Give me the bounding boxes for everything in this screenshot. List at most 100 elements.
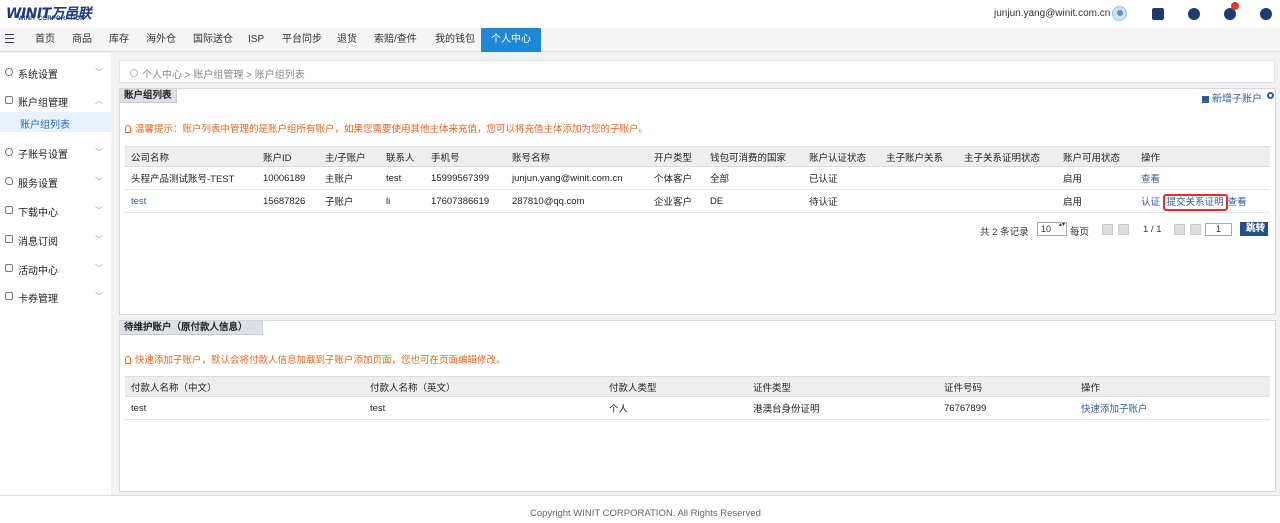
add-sub-account-link[interactable]: 新增子账户 [1202, 90, 1262, 105]
cell-relation-status [958, 166, 1057, 190]
nav-personal-center[interactable]: 个人中心 [481, 28, 541, 52]
panel-title: 账户组列表 [120, 89, 177, 103]
notification-badge [1231, 2, 1239, 10]
sidebar-subitem-account-group-list[interactable]: 账户组列表 [0, 112, 111, 132]
cell-open-type: 个体客户 [648, 166, 704, 190]
sidebar-item-service[interactable]: 服务设置 ﹀ [0, 171, 111, 191]
sidebar-item-label: 子账号设置 [18, 150, 68, 161]
sidebar-item-activity[interactable]: 活动中心 ﹀ [0, 258, 111, 278]
first-page-button[interactable] [1102, 224, 1113, 235]
cell-countries: 全部 [704, 166, 803, 190]
certify-link[interactable]: 认证 [1141, 197, 1160, 208]
col-actions: 操作 [1075, 376, 1270, 397]
sidebar-item-sub-account[interactable]: 子账号设置 ﹀ [0, 142, 111, 162]
nav-claims[interactable]: 索赔/查件 [374, 28, 417, 52]
location-icon [130, 69, 138, 77]
nav-home[interactable]: 首页 [35, 28, 55, 52]
chevron-up-icon: ︿ [95, 96, 103, 105]
col-available: 账户可用状态 [1057, 146, 1135, 167]
pending-accounts-panel: 待维护账户（原付款人信息） 快速添加子账户，默认会将付款人信息加载到子账户添加页… [119, 320, 1276, 492]
sidebar-item-account-group[interactable]: 账户组管理 ︿ [0, 90, 111, 110]
table-row: 头程产品测试账号-TEST 10006189 主账户 test 15999567… [125, 166, 1270, 190]
menu-toggle-icon[interactable] [5, 34, 14, 44]
nav-products[interactable]: 商品 [72, 28, 92, 52]
sidebar-item-label: 卡券管理 [18, 294, 58, 305]
pager-total-suffix: 条记录 [1000, 227, 1029, 238]
pager-page-info: 1 / 1 [1143, 224, 1162, 235]
home-icon [5, 96, 13, 104]
sidebar-item-subscription[interactable]: 消息订阅 ﹀ [0, 229, 111, 249]
list-icon [5, 264, 13, 272]
account-table: 公司名称 账户ID 主/子账户 联系人 手机号 账号名称 开户类型 钱包可消费的… [125, 146, 1270, 213]
gear-icon [5, 68, 13, 76]
col-account-id: 账户ID [257, 146, 319, 167]
breadcrumb-text[interactable]: 个人中心 > 账户组管理 > 账户组列表 [142, 66, 305, 81]
cell-available: 启用 [1057, 189, 1135, 213]
avatar[interactable] [1112, 6, 1127, 21]
gear-icon[interactable] [1267, 92, 1274, 99]
nav-overseas-warehouse[interactable]: 海外仓 [146, 28, 176, 52]
cell-account-name: 287810@qq.com [506, 189, 648, 213]
winit-logo[interactable]: WINIT万邑联 WINIT CORPORATION [6, 3, 106, 25]
cell-account-name: junjun.yang@winit.com.cn [506, 166, 648, 190]
sidebar-item-download[interactable]: 下载中心 ﹀ [0, 200, 111, 220]
next-page-button[interactable] [1174, 224, 1185, 235]
chevron-down-icon: ﹀ [95, 177, 103, 186]
user-service-icon[interactable] [1188, 8, 1200, 20]
company-link[interactable]: test [131, 196, 146, 207]
col-contact: 联系人 [380, 146, 425, 167]
sidebar-item-coupons[interactable]: 卡券管理 ﹀ [0, 286, 111, 306]
prev-page-button[interactable] [1118, 224, 1129, 235]
nav-platform-sync[interactable]: 平台同步 [282, 28, 322, 52]
nav-inventory[interactable]: 库存 [109, 28, 129, 52]
col-payer-type: 付款人类型 [603, 376, 747, 397]
cell-payer-name-cn: test [125, 396, 364, 420]
cell-contact: test [380, 166, 425, 190]
page-size-select[interactable]: 10 [1037, 222, 1067, 236]
pending-accounts-table: 付款人名称（中文） 付款人名称（英文） 付款人类型 证件类型 证件号码 操作 t… [125, 376, 1270, 420]
quick-add-sub-account-link[interactable]: 快速添加子账户 [1081, 404, 1148, 415]
sidebar-subitem-label: 账户组列表 [20, 120, 70, 131]
nav-wallet[interactable]: 我的钱包 [435, 28, 475, 52]
user-email[interactable]: junjun.yang@winit.com.cn [994, 8, 1110, 19]
cell-company: test [125, 189, 257, 213]
view-link[interactable]: 查看 [1141, 174, 1160, 185]
panel-title: 待维护账户（原付款人信息） [120, 321, 263, 335]
tip-text: 快速添加子账户，默认会将付款人信息加载到子账户添加页面，您也可在页面编辑修改。 [125, 352, 506, 366]
menu-more-icon[interactable] [1260, 8, 1272, 20]
nav-isp[interactable]: ISP [248, 28, 264, 52]
breadcrumb: 个人中心 > 账户组管理 > 账户组列表 [119, 60, 1275, 83]
download-icon[interactable] [1152, 8, 1164, 20]
table-header-row: 付款人名称（中文） 付款人名称（英文） 付款人类型 证件类型 证件号码 操作 [125, 376, 1270, 397]
cell-actions: 查看 [1135, 166, 1270, 190]
nav-international[interactable]: 国际送仓 [193, 28, 233, 52]
tip-message: 快速添加子账户，默认会将付款人信息加载到子账户添加页面，您也可在页面编辑修改。 [135, 355, 506, 366]
nav-returns[interactable]: 退货 [337, 28, 357, 52]
chevron-down-icon: ﹀ [95, 68, 103, 77]
sidebar-item-label: 账户组管理 [18, 98, 68, 109]
bulb-icon [125, 356, 131, 364]
pager-total-count: 2 [992, 227, 998, 238]
sidebar-item-label: 服务设置 [18, 179, 58, 190]
chevron-down-icon: ﹀ [95, 206, 103, 215]
table-row: test 15687826 子账户 li 17607386619 287810@… [125, 189, 1270, 213]
tip-message: 温馨提示：账户列表中管理的是账户组所有账户，如果您需要使用其他主体来充值，您可以… [135, 124, 649, 135]
submit-relation-proof-link[interactable]: 提交关系证明 [1162, 194, 1228, 211]
cell-phone: 15999567399 [425, 166, 506, 190]
view-link[interactable]: 查看 [1228, 197, 1247, 208]
cell-phone: 17607386619 [425, 189, 506, 213]
cell-auth-status: 已认证 [803, 166, 880, 190]
col-actions: 操作 [1135, 146, 1270, 167]
sidebar-item-system-settings[interactable]: 系统设置 ﹀ [0, 62, 111, 82]
jump-button[interactable]: 跳转 [1240, 222, 1268, 236]
pager-per-page: 每页 [1070, 227, 1090, 238]
bulb-icon [125, 125, 131, 133]
cell-account-type: 主账户 [319, 166, 380, 190]
cell-id-type: 港澳台身份证明 [747, 396, 938, 420]
cell-auth-status: 待认证 [803, 189, 880, 213]
cell-company: 头程产品测试账号-TEST [125, 166, 257, 190]
cell-relation-status [958, 189, 1057, 213]
page-number-input[interactable]: 1 [1205, 223, 1232, 236]
last-page-button[interactable] [1190, 224, 1201, 235]
cell-actions: 认证 提交关系证明 查看 [1135, 189, 1270, 213]
